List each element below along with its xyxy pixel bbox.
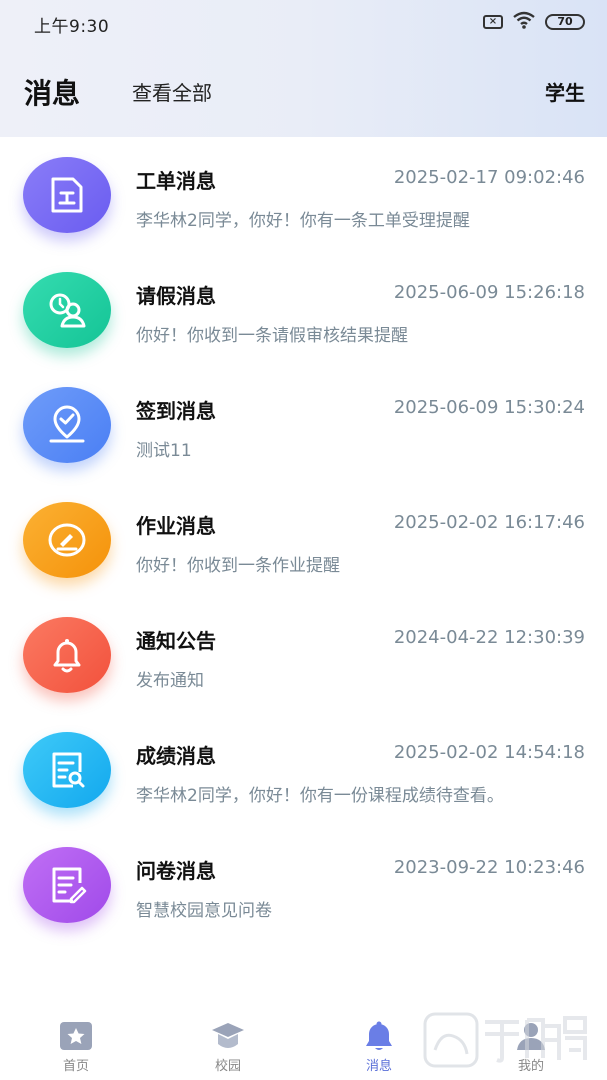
message-item-homework[interactable]: 作业消息 2025-02-02 16:17:46 你好！你收到一条作业提醒 [0, 482, 607, 597]
message-body: 你好！你收到一条请假审核结果提醒 [136, 326, 408, 346]
message-item-survey[interactable]: 问卷消息 2023-09-22 10:23:46 智慧校园意见问卷 [0, 827, 607, 942]
message-title: 成绩消息 [136, 744, 216, 768]
message-time: 2024-04-22 12:30:39 [393, 627, 585, 648]
check-in-location-icon [23, 387, 111, 463]
message-title: 工单消息 [136, 169, 216, 193]
message-title: 请假消息 [136, 284, 216, 308]
message-item-work-order[interactable]: 工单消息 2025-02-17 09:02:46 李华林2同学，你好！你有一条工… [0, 137, 607, 252]
message-body: 测试11 [136, 441, 192, 461]
message-title: 作业消息 [136, 514, 216, 538]
message-bell-icon [366, 1021, 392, 1050]
home-star-icon [60, 1022, 92, 1050]
header: 上午9:30 × 70 消息 查看全部 学生 [0, 0, 607, 137]
message-body: 李华林2同学，你好！你有一条工单受理提醒 [136, 211, 470, 231]
role-switch[interactable]: 学生 [545, 77, 585, 106]
message-list: 工单消息 2025-02-17 09:02:46 李华林2同学，你好！你有一条工… [0, 137, 607, 942]
tab-messages[interactable]: 消息 [339, 1020, 419, 1080]
message-time: 2025-06-09 15:26:18 [393, 282, 585, 303]
message-body: 发布通知 [136, 671, 204, 691]
page-title: 消息 [24, 77, 81, 110]
message-title: 签到消息 [136, 399, 216, 423]
work-order-icon [23, 157, 111, 233]
message-time: 2025-02-02 14:54:18 [393, 742, 585, 763]
watermark-logo [423, 1012, 587, 1068]
message-item-check-in[interactable]: 签到消息 2025-06-09 15:30:24 测试11 [0, 367, 607, 482]
message-time: 2025-02-17 09:02:46 [393, 167, 585, 188]
survey-edit-icon [23, 847, 111, 923]
tab-label: 消息 [365, 1059, 392, 1074]
tab-label: 校园 [214, 1059, 241, 1074]
message-body: 智慧校园意见问卷 [136, 901, 272, 921]
battery-indicator: 70 [545, 14, 585, 30]
message-body: 你好！你收到一条作业提醒 [136, 556, 340, 576]
message-body: 李华林2同学，你好！你有一份课程成绩待查看。 [136, 786, 504, 806]
tab-campus[interactable]: 校园 [188, 1020, 268, 1080]
view-all-button[interactable]: 查看全部 [132, 77, 212, 106]
status-time: 上午9:30 [34, 17, 110, 37]
sim-x-icon: × [483, 15, 503, 29]
tab-label: 首页 [62, 1059, 89, 1074]
message-time: 2023-09-22 10:23:46 [393, 857, 585, 878]
wifi-icon [512, 11, 536, 33]
campus-cap-icon [212, 1023, 244, 1048]
tab-home[interactable]: 首页 [36, 1020, 116, 1080]
bell-icon [23, 617, 111, 693]
message-title: 通知公告 [136, 629, 216, 653]
message-time: 2025-06-09 15:30:24 [393, 397, 585, 418]
status-bar: 上午9:30 × 70 [0, 0, 607, 44]
message-time: 2025-02-02 16:17:46 [393, 512, 585, 533]
grade-report-icon [23, 732, 111, 808]
leave-user-clock-icon [23, 272, 111, 348]
message-item-grades[interactable]: 成绩消息 2025-02-02 14:54:18 李华林2同学，你好！你有一份课… [0, 712, 607, 827]
message-item-leave[interactable]: 请假消息 2025-06-09 15:26:18 你好！你收到一条请假审核结果提… [0, 252, 607, 367]
message-item-notice[interactable]: 通知公告 2024-04-22 12:30:39 发布通知 [0, 597, 607, 712]
message-title: 问卷消息 [136, 859, 216, 883]
homework-pen-icon [23, 502, 111, 578]
status-icons: × 70 [483, 11, 585, 33]
